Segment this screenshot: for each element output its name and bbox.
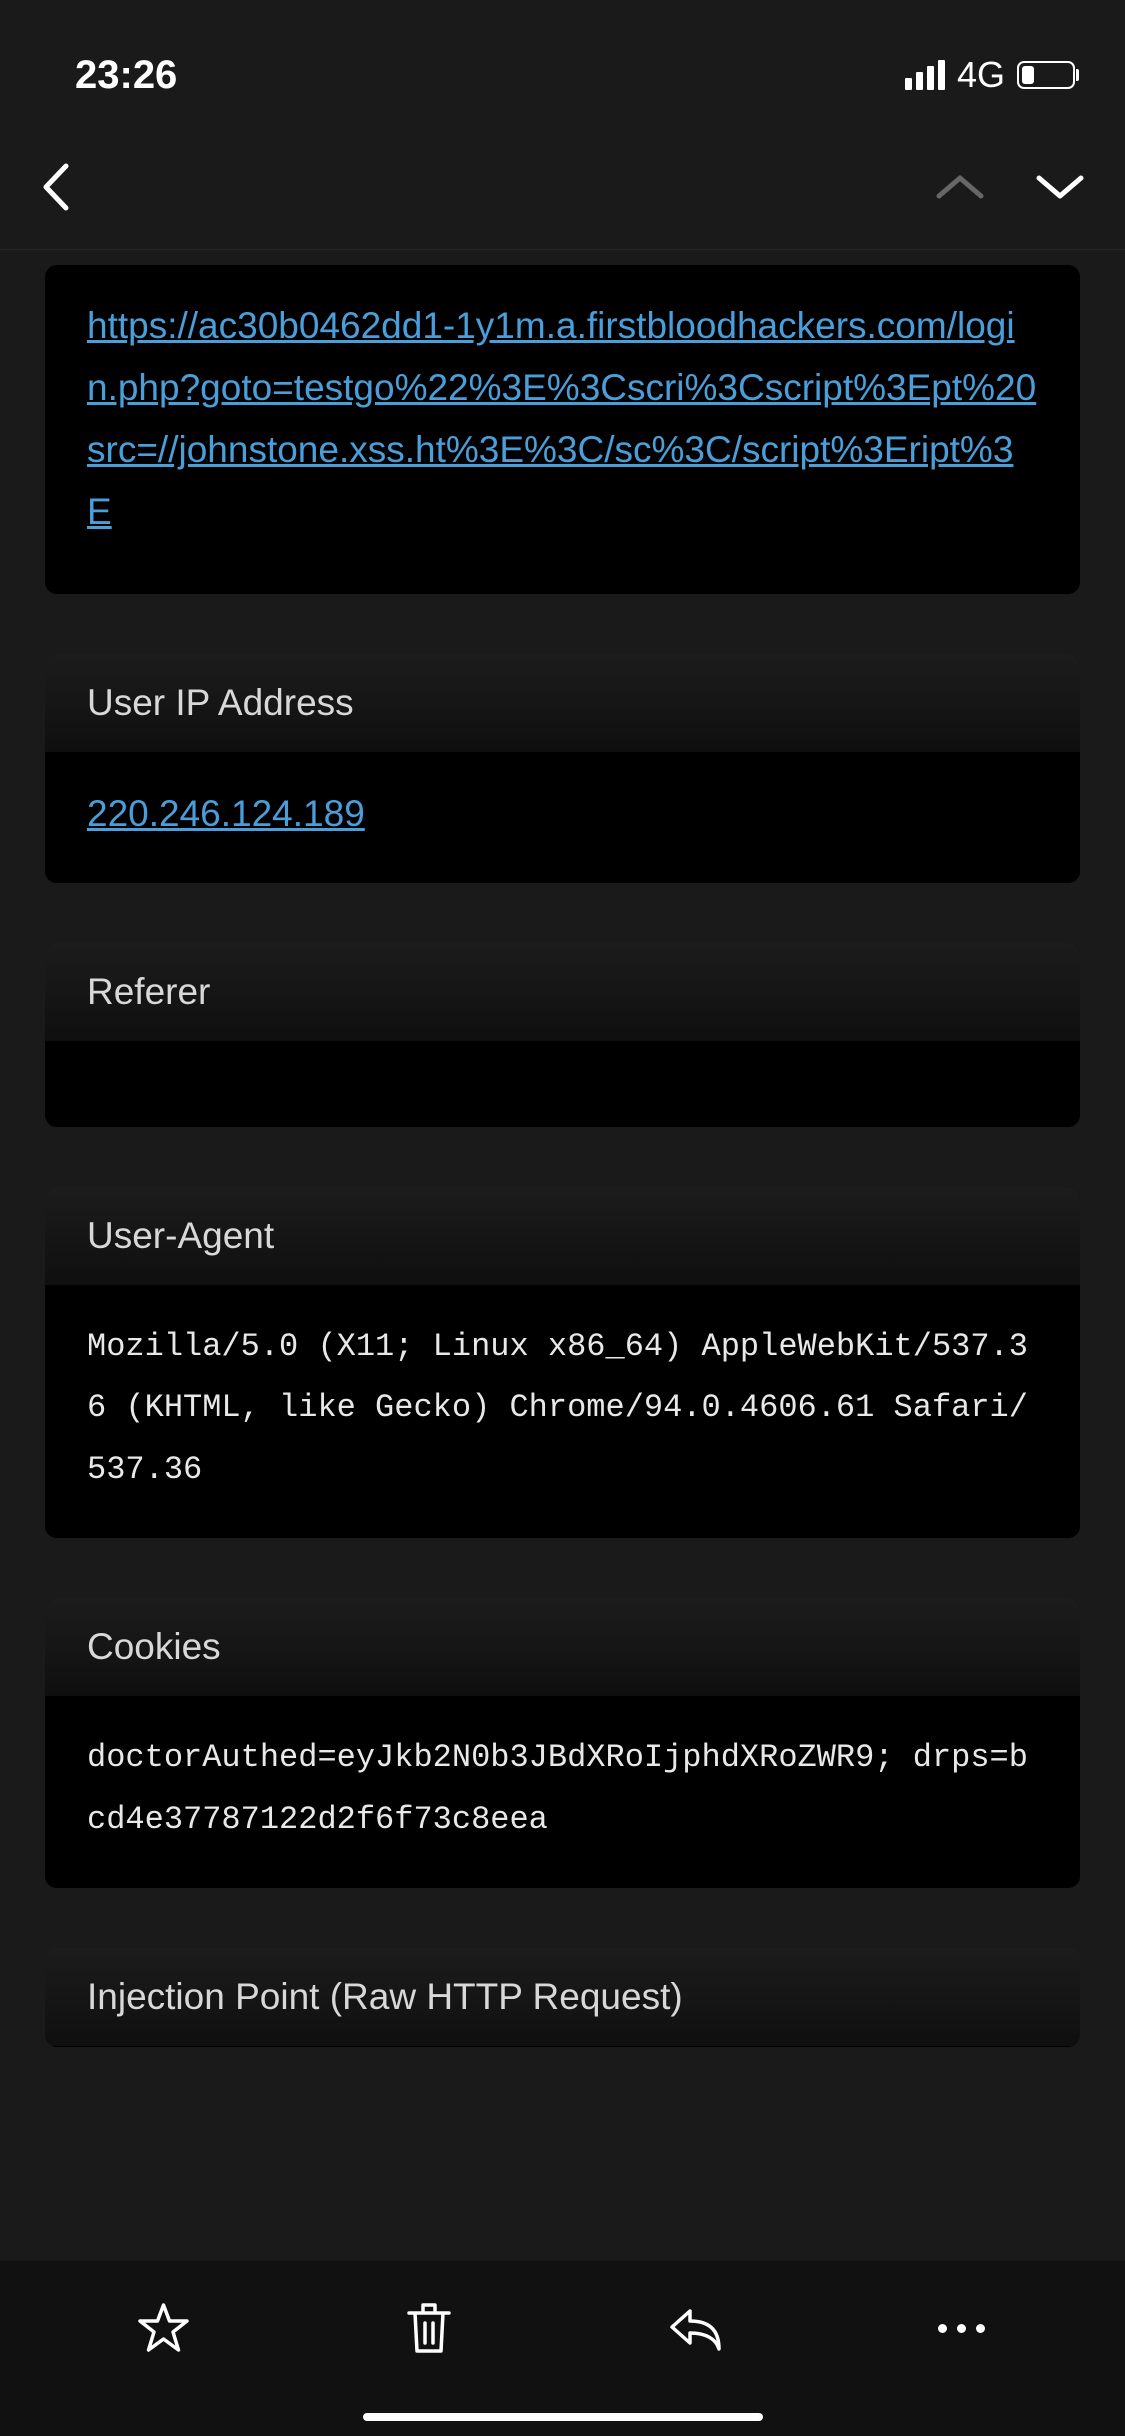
useragent-card: User-Agent Mozilla/5.0 (X11; Linux x86_6… (45, 1187, 1080, 1538)
reply-button[interactable] (668, 2301, 723, 2356)
back-button[interactable] (40, 162, 72, 217)
url-card: https://ac30b0462dd1-1y1m.a.firstbloodha… (45, 265, 1080, 594)
more-icon (938, 2324, 985, 2333)
status-time: 23:26 (75, 53, 177, 98)
referer-value (45, 1042, 1080, 1127)
cookies-header: Cookies (45, 1598, 1080, 1697)
ip-card: User IP Address 220.246.124.189 (45, 654, 1080, 883)
content-area[interactable]: https://ac30b0462dd1-1y1m.a.firstbloodha… (0, 250, 1125, 2261)
injection-header: Injection Point (Raw HTTP Request) (45, 1948, 1080, 2047)
url-link[interactable]: https://ac30b0462dd1-1y1m.a.firstbloodha… (87, 305, 1036, 532)
useragent-header: User-Agent (45, 1187, 1080, 1286)
referer-card: Referer (45, 943, 1080, 1127)
referer-header: Referer (45, 943, 1080, 1042)
ip-link[interactable]: 220.246.124.189 (87, 793, 365, 834)
signal-icon (905, 60, 945, 90)
bottom-toolbar (0, 2261, 1125, 2436)
cookies-value: doctorAuthed=eyJkb2N0b3JBdXRoIjphdXRoZWR… (87, 1727, 1038, 1850)
home-indicator[interactable] (363, 2413, 763, 2421)
more-button[interactable] (934, 2301, 989, 2356)
network-type: 4G (957, 54, 1005, 96)
cookies-card: Cookies doctorAuthed=eyJkb2N0b3JBdXRoIjp… (45, 1598, 1080, 1888)
reply-icon (668, 2305, 723, 2353)
nav-header (0, 130, 1125, 250)
ip-header: User IP Address (45, 654, 1080, 753)
next-button[interactable] (1035, 172, 1085, 207)
status-right: 4G (905, 54, 1075, 96)
status-bar: 23:26 4G (0, 0, 1125, 130)
injection-card: Injection Point (Raw HTTP Request) (45, 1948, 1080, 2047)
delete-button[interactable] (402, 2301, 457, 2356)
favorite-button[interactable] (136, 2301, 191, 2356)
star-icon (136, 2301, 191, 2356)
trash-icon (405, 2301, 453, 2356)
useragent-value: Mozilla/5.0 (X11; Linux x86_64) AppleWeb… (87, 1316, 1038, 1500)
prev-button[interactable] (935, 172, 985, 207)
battery-icon (1017, 61, 1075, 89)
